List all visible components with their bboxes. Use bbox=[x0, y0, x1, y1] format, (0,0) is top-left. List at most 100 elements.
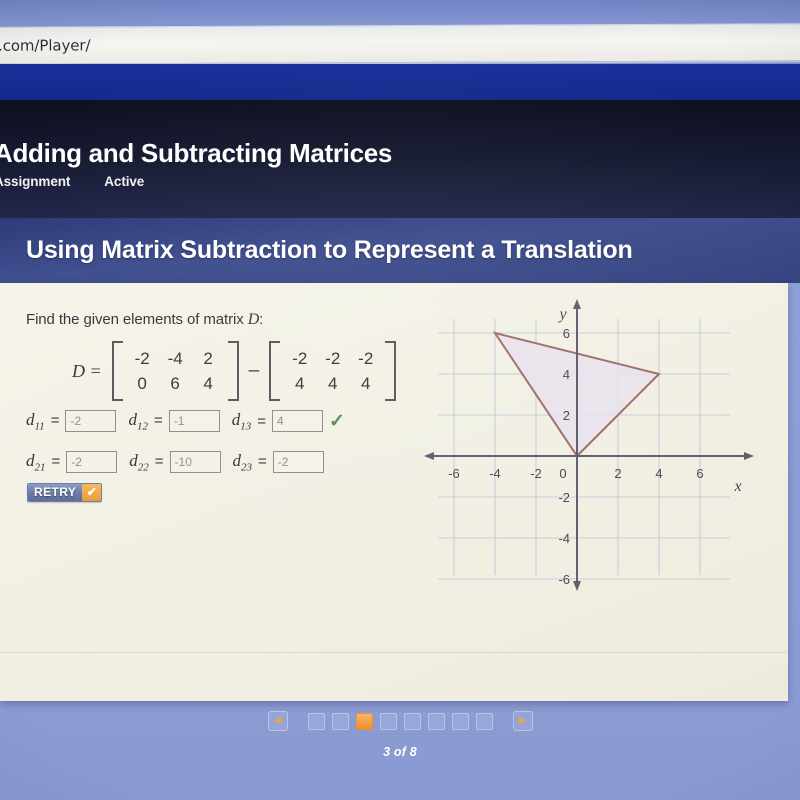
answer-eq-d12: = bbox=[153, 412, 163, 430]
page-dot-1[interactable] bbox=[307, 712, 325, 730]
equation-lhs: D = bbox=[72, 360, 102, 381]
header-meta-row: Assignment Active bbox=[0, 174, 144, 189]
x-tick--2: -2 bbox=[530, 466, 542, 481]
page-dot-3[interactable] bbox=[355, 712, 373, 730]
page-dot-4[interactable] bbox=[379, 712, 397, 730]
y-tick--2: -2 bbox=[558, 490, 570, 505]
answer-eq-d21: = bbox=[51, 453, 61, 471]
answer-input-d12[interactable]: -1 bbox=[168, 409, 220, 432]
answer-input-d23[interactable]: -2 bbox=[272, 450, 324, 473]
x-axis-arrow-left bbox=[424, 452, 434, 460]
answer-input-d22[interactable]: -10 bbox=[169, 450, 221, 473]
matrix-a-row-1: -2 -4 2 bbox=[126, 346, 225, 371]
matrix-a-row-2: 0 6 4 bbox=[126, 371, 225, 396]
status-badge: Active bbox=[104, 174, 145, 189]
answer-label-d22-sub: 22 bbox=[137, 461, 149, 474]
answer-label-d13-letter: d bbox=[231, 409, 241, 429]
matrix-b-cell-22: 4 bbox=[328, 374, 338, 393]
lesson-title: Using Matrix Subtraction to Represent a … bbox=[26, 236, 633, 264]
answer-eq-d22: = bbox=[154, 453, 164, 471]
retry-button[interactable]: RETRY ✔ bbox=[27, 483, 103, 502]
app-header: Adding and Subtracting Matrices Assignme… bbox=[0, 100, 800, 218]
answer-label-d22: d22 bbox=[129, 451, 149, 473]
page-dot-7[interactable] bbox=[451, 712, 469, 730]
page-dot-6[interactable] bbox=[427, 712, 445, 730]
browser-chrome-top bbox=[0, 0, 800, 25]
url-text: .com/Player/ bbox=[0, 36, 91, 55]
answer-eq-d13: = bbox=[257, 412, 266, 430]
matrix-b-cell-21: 4 bbox=[295, 374, 305, 393]
answer-row-1: d11 = -2 d12 = -1 d13 = 4 ✓ bbox=[26, 405, 357, 437]
coordinate-graph: -6 -4 -2 0 2 4 6 6 4 2 -2 -4 -6 y x bbox=[420, 291, 770, 591]
x-tick-6: 6 bbox=[696, 466, 703, 481]
answer-input-d11[interactable]: -2 bbox=[65, 409, 117, 432]
x-tick--4: -4 bbox=[489, 466, 501, 481]
answer-input-d13[interactable]: 4 bbox=[271, 410, 323, 432]
x-tick--6: -6 bbox=[448, 466, 460, 481]
matrix-b-cell-23: 4 bbox=[361, 374, 371, 393]
pagination-bar: ◀ ▶ 3 of 8 bbox=[0, 706, 800, 766]
answer-label-d23-sub: 23 bbox=[241, 461, 253, 474]
subtraction-operator: – bbox=[248, 360, 260, 381]
retry-button-label: RETRY bbox=[28, 484, 83, 501]
page-dot-2[interactable] bbox=[331, 712, 349, 730]
x-tick-0: 0 bbox=[559, 466, 566, 481]
answer-item-d21: d21 = -2 bbox=[26, 450, 118, 474]
matrix-b-row-2: 4 4 4 bbox=[283, 371, 382, 396]
answer-label-d23: d23 bbox=[233, 451, 253, 473]
matrix-a-cell-13: 2 bbox=[203, 349, 213, 368]
question-prompt: Find the given elements of matrix D: bbox=[26, 311, 263, 329]
page-dot-5[interactable] bbox=[403, 712, 421, 730]
y-axis-arrow bbox=[573, 299, 581, 309]
prompt-suffix: : bbox=[259, 311, 264, 328]
prev-page-button[interactable]: ◀ bbox=[267, 711, 288, 731]
y-tick-4: 4 bbox=[563, 367, 570, 382]
prompt-prefix: Find the given elements of matrix bbox=[26, 311, 248, 328]
answer-label-d21-sub: 21 bbox=[34, 461, 46, 474]
answer-item-d22: d22 = -10 bbox=[129, 450, 221, 473]
matrix-b-cell-12: -2 bbox=[325, 349, 341, 368]
answer-label-d12-letter: d bbox=[128, 409, 137, 429]
matrix-a-cell-21: 0 bbox=[137, 374, 147, 393]
y-tick-2: 2 bbox=[563, 408, 570, 423]
screen-photo: .com/Player/ Adding and Subtracting Matr… bbox=[0, 0, 800, 800]
x-axis-label: x bbox=[733, 478, 741, 495]
x-tick-4: 4 bbox=[655, 466, 662, 481]
answer-item-d11: d11 = -2 bbox=[26, 409, 117, 432]
answer-label-d11: d11 bbox=[26, 410, 45, 432]
next-page-button[interactable]: ▶ bbox=[512, 711, 533, 731]
matrix-a-cell-11: -2 bbox=[134, 349, 150, 368]
x-axis-arrow bbox=[744, 452, 754, 460]
answer-input-d21[interactable]: -2 bbox=[66, 450, 118, 473]
prompt-variable: D bbox=[247, 311, 260, 328]
answer-label-d13: d13 bbox=[232, 410, 252, 432]
answer-label-d13-sub: 13 bbox=[240, 420, 252, 433]
answer-label-d12-sub: 12 bbox=[136, 420, 148, 433]
y-tick-6: 6 bbox=[563, 326, 570, 341]
browser-chrome-blue-strip bbox=[0, 64, 800, 102]
matrix-b-cell-13: -2 bbox=[358, 349, 374, 368]
matrix-b-cell-11: -2 bbox=[292, 349, 308, 368]
answer-label-d11-letter: d bbox=[26, 409, 35, 429]
card-divider bbox=[0, 652, 788, 653]
lesson-banner: Using Matrix Subtraction to Represent a … bbox=[0, 218, 800, 283]
answer-label-d21-letter: d bbox=[26, 450, 35, 470]
answer-label-d12: d12 bbox=[128, 410, 148, 432]
y-axis-label: y bbox=[557, 306, 567, 323]
matrix-equation: D = -2 -4 2 0 6 4 – -2 -2 -2 4 4 4 bbox=[72, 341, 397, 401]
page-dot-8[interactable] bbox=[475, 712, 493, 730]
page-status-text: 3 of 8 bbox=[383, 745, 417, 759]
pagination-controls: ◀ ▶ bbox=[0, 706, 800, 736]
y-tick--4: -4 bbox=[558, 531, 570, 546]
matrix-a-cell-23: 4 bbox=[203, 374, 213, 393]
page-title: Adding and Subtracting Matrices bbox=[0, 138, 393, 168]
answer-label-d23-letter: d bbox=[232, 450, 242, 470]
matrix-a-cell-22: 6 bbox=[170, 374, 180, 393]
correct-check-icon: ✓ bbox=[328, 410, 345, 432]
answer-label-d11-sub: 11 bbox=[34, 420, 45, 433]
matrix-a: -2 -4 2 0 6 4 bbox=[111, 341, 239, 401]
answer-fields: d11 = -2 d12 = -1 d13 = 4 ✓ d21 = -2 d22… bbox=[26, 405, 357, 487]
assignment-label: Assignment bbox=[0, 174, 71, 189]
browser-url-bar[interactable]: .com/Player/ bbox=[0, 23, 800, 66]
graph-svg: -6 -4 -2 0 2 4 6 6 4 2 -2 -4 -6 y x bbox=[424, 299, 754, 591]
